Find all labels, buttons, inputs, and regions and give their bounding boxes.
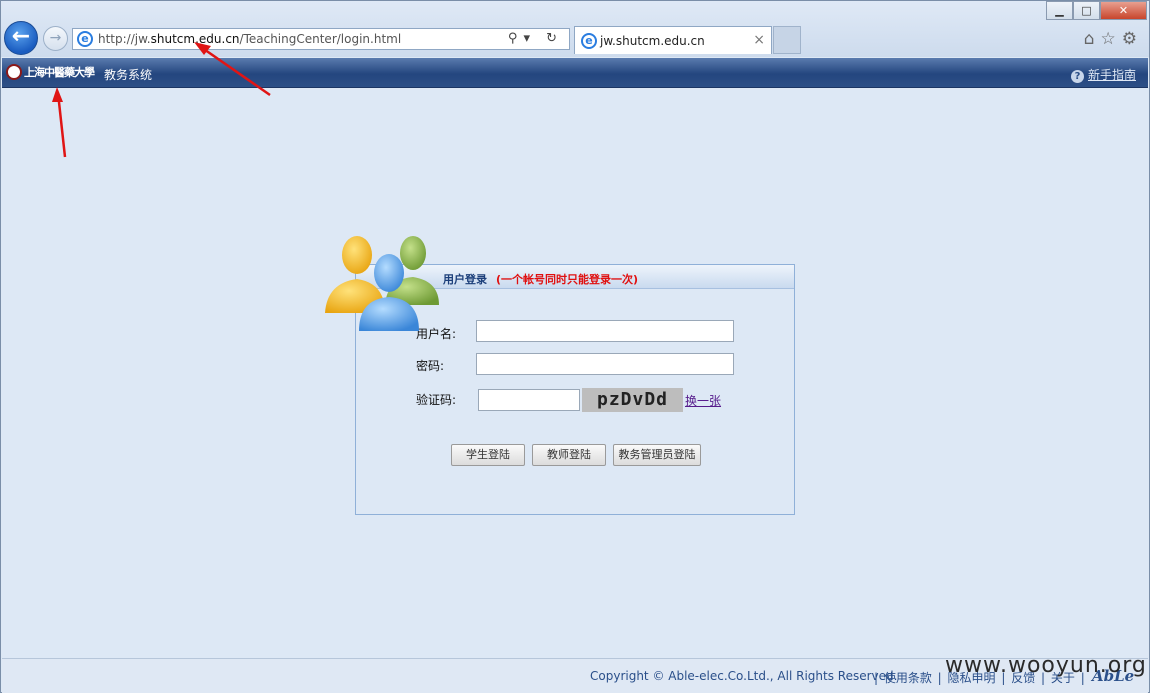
arrow-to-logo — [52, 87, 67, 158]
arrow-to-domain — [194, 42, 271, 97]
browser-window: ← → e http://jw.shutcm.edu.cn/TeachingCe… — [0, 0, 1150, 693]
annotation-arrows — [52, 42, 271, 158]
